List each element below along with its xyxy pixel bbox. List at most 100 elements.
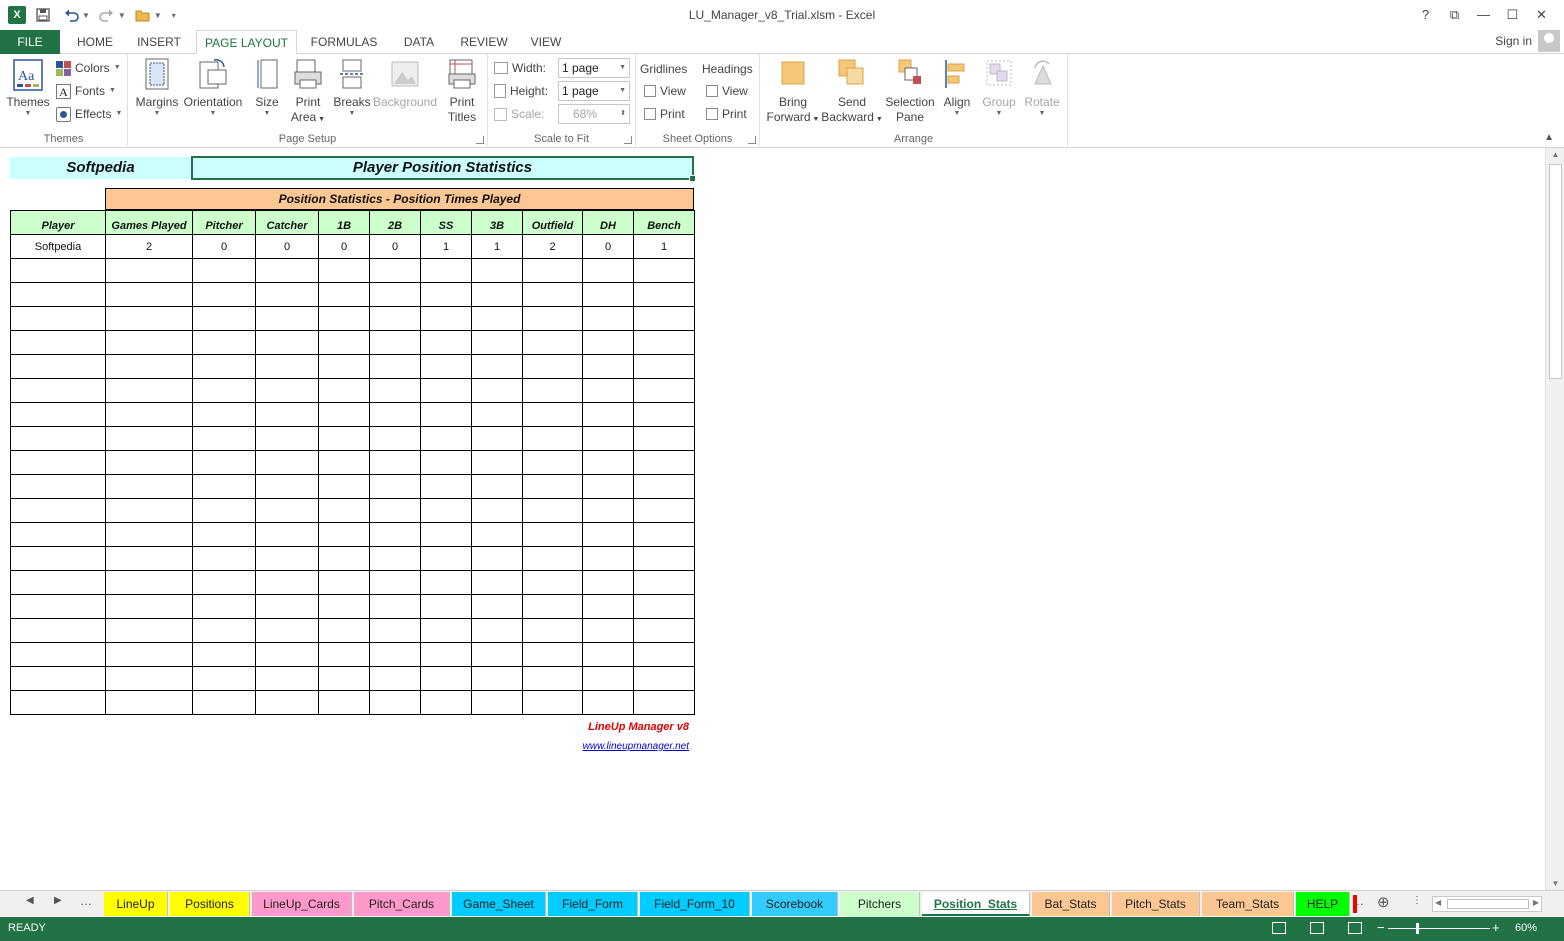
tab-split-handle-icon[interactable]: ⋮ — [1412, 895, 1422, 906]
table-cell[interactable] — [420, 450, 472, 475]
help-icon[interactable]: ? — [1411, 4, 1440, 26]
table-cell[interactable] — [420, 618, 472, 643]
table-cell[interactable] — [192, 570, 256, 595]
table-cell[interactable] — [105, 594, 193, 619]
table-cell[interactable] — [255, 618, 319, 643]
table-cell[interactable] — [318, 402, 370, 427]
table-cell[interactable] — [192, 330, 256, 355]
breaks-button[interactable]: Breaks ▼ — [332, 58, 372, 118]
sheet-subtitle-cell[interactable]: Position Statistics - Position Times Pla… — [105, 188, 694, 210]
table-cell[interactable] — [633, 378, 695, 403]
table-cell[interactable] — [255, 426, 319, 451]
table-cell[interactable] — [582, 450, 634, 475]
table-cell[interactable] — [255, 450, 319, 475]
table-cell[interactable] — [105, 402, 193, 427]
table-cell[interactable] — [633, 258, 695, 283]
table-cell[interactable] — [255, 594, 319, 619]
table-cell[interactable] — [522, 570, 583, 595]
table-cell[interactable] — [192, 546, 256, 571]
table-cell[interactable] — [582, 522, 634, 547]
page-setup-launcher-icon[interactable] — [476, 136, 484, 144]
table-cell[interactable] — [369, 498, 421, 523]
table-cell[interactable] — [318, 546, 370, 571]
table-cell[interactable] — [318, 618, 370, 643]
table-cell[interactable] — [192, 258, 256, 283]
table-cell[interactable] — [105, 426, 193, 451]
bring-forward-button[interactable]: Bring Forward ▼ — [764, 58, 822, 127]
table-cell[interactable] — [633, 306, 695, 331]
table-cell[interactable] — [192, 450, 256, 475]
table-cell[interactable] — [471, 402, 523, 427]
table-cell[interactable] — [582, 258, 634, 283]
table-cell[interactable] — [255, 282, 319, 307]
fonts-button[interactable]: A Fonts ▼ — [56, 81, 116, 101]
table-cell[interactable] — [10, 474, 106, 499]
table-cell[interactable] — [10, 546, 106, 571]
next-sheet-icon[interactable]: ▶ — [54, 895, 62, 906]
table-cell[interactable] — [105, 498, 193, 523]
table-cell[interactable] — [582, 402, 634, 427]
table-cell[interactable] — [318, 666, 370, 691]
table-cell[interactable] — [522, 330, 583, 355]
table-cell[interactable] — [522, 426, 583, 451]
sheet-tab-pitch-cards[interactable]: Pitch_Cards — [354, 892, 450, 916]
vertical-scroll-thumb[interactable] — [1549, 164, 1562, 379]
table-cell[interactable]: Softpedia — [10, 234, 106, 259]
table-cell[interactable] — [633, 690, 695, 715]
table-cell[interactable] — [192, 522, 256, 547]
table-cell[interactable] — [255, 522, 319, 547]
sheet-title-cell[interactable]: Player Position Statistics — [191, 156, 696, 182]
tab-page-layout[interactable]: PAGE LAYOUT — [196, 30, 297, 55]
table-cell[interactable] — [420, 426, 472, 451]
table-cell[interactable] — [582, 594, 634, 619]
table-cell[interactable] — [255, 642, 319, 667]
table-cell[interactable] — [522, 522, 583, 547]
table-cell[interactable] — [105, 282, 193, 307]
table-cell[interactable] — [10, 330, 106, 355]
table-cell[interactable] — [192, 618, 256, 643]
table-cell[interactable] — [471, 330, 523, 355]
table-cell[interactable] — [105, 306, 193, 331]
themes-button[interactable]: Aa Themes ▼ — [4, 58, 52, 118]
table-cell[interactable] — [633, 426, 695, 451]
table-cell[interactable] — [633, 642, 695, 667]
scale-stepper[interactable]: 68% ⬍ — [558, 104, 630, 124]
table-cell[interactable] — [420, 642, 472, 667]
table-cell[interactable] — [471, 378, 523, 403]
header-ss[interactable]: SS — [420, 210, 472, 235]
table-cell[interactable] — [471, 570, 523, 595]
table-cell[interactable] — [105, 666, 193, 691]
table-cell[interactable] — [582, 666, 634, 691]
table-cell[interactable] — [522, 498, 583, 523]
table-cell[interactable]: 1 — [633, 234, 695, 259]
table-cell[interactable] — [633, 330, 695, 355]
table-cell[interactable] — [255, 258, 319, 283]
table-cell[interactable] — [420, 498, 472, 523]
table-cell[interactable] — [255, 498, 319, 523]
table-cell[interactable] — [420, 330, 472, 355]
ribbon-display-options-icon[interactable]: ⧉ — [1440, 4, 1469, 26]
table-cell[interactable] — [420, 522, 472, 547]
table-cell[interactable]: 2 — [522, 234, 583, 259]
table-cell[interactable] — [582, 474, 634, 499]
margins-button[interactable]: Margins ▼ — [134, 58, 180, 118]
table-cell[interactable] — [633, 666, 695, 691]
table-cell[interactable] — [369, 690, 421, 715]
sheet-tab-bat-stats[interactable]: Bat_Stats — [1032, 892, 1110, 916]
table-cell[interactable] — [420, 546, 472, 571]
table-cell[interactable] — [255, 474, 319, 499]
table-cell[interactable] — [522, 642, 583, 667]
table-cell[interactable] — [420, 354, 472, 379]
table-cell[interactable] — [192, 378, 256, 403]
table-cell[interactable] — [318, 330, 370, 355]
scroll-up-icon[interactable]: ▲ — [1550, 150, 1561, 159]
table-cell[interactable] — [105, 690, 193, 715]
table-cell[interactable]: 0 — [369, 234, 421, 259]
new-sheet-icon[interactable]: ⊕ — [1377, 893, 1390, 911]
table-cell[interactable] — [471, 354, 523, 379]
sheet-tab-position-stats[interactable]: Position_Stats — [922, 892, 1030, 916]
table-cell[interactable] — [471, 618, 523, 643]
orientation-button[interactable]: Orientation ▼ — [182, 58, 244, 118]
table-cell[interactable] — [318, 570, 370, 595]
table-cell[interactable]: 0 — [255, 234, 319, 259]
